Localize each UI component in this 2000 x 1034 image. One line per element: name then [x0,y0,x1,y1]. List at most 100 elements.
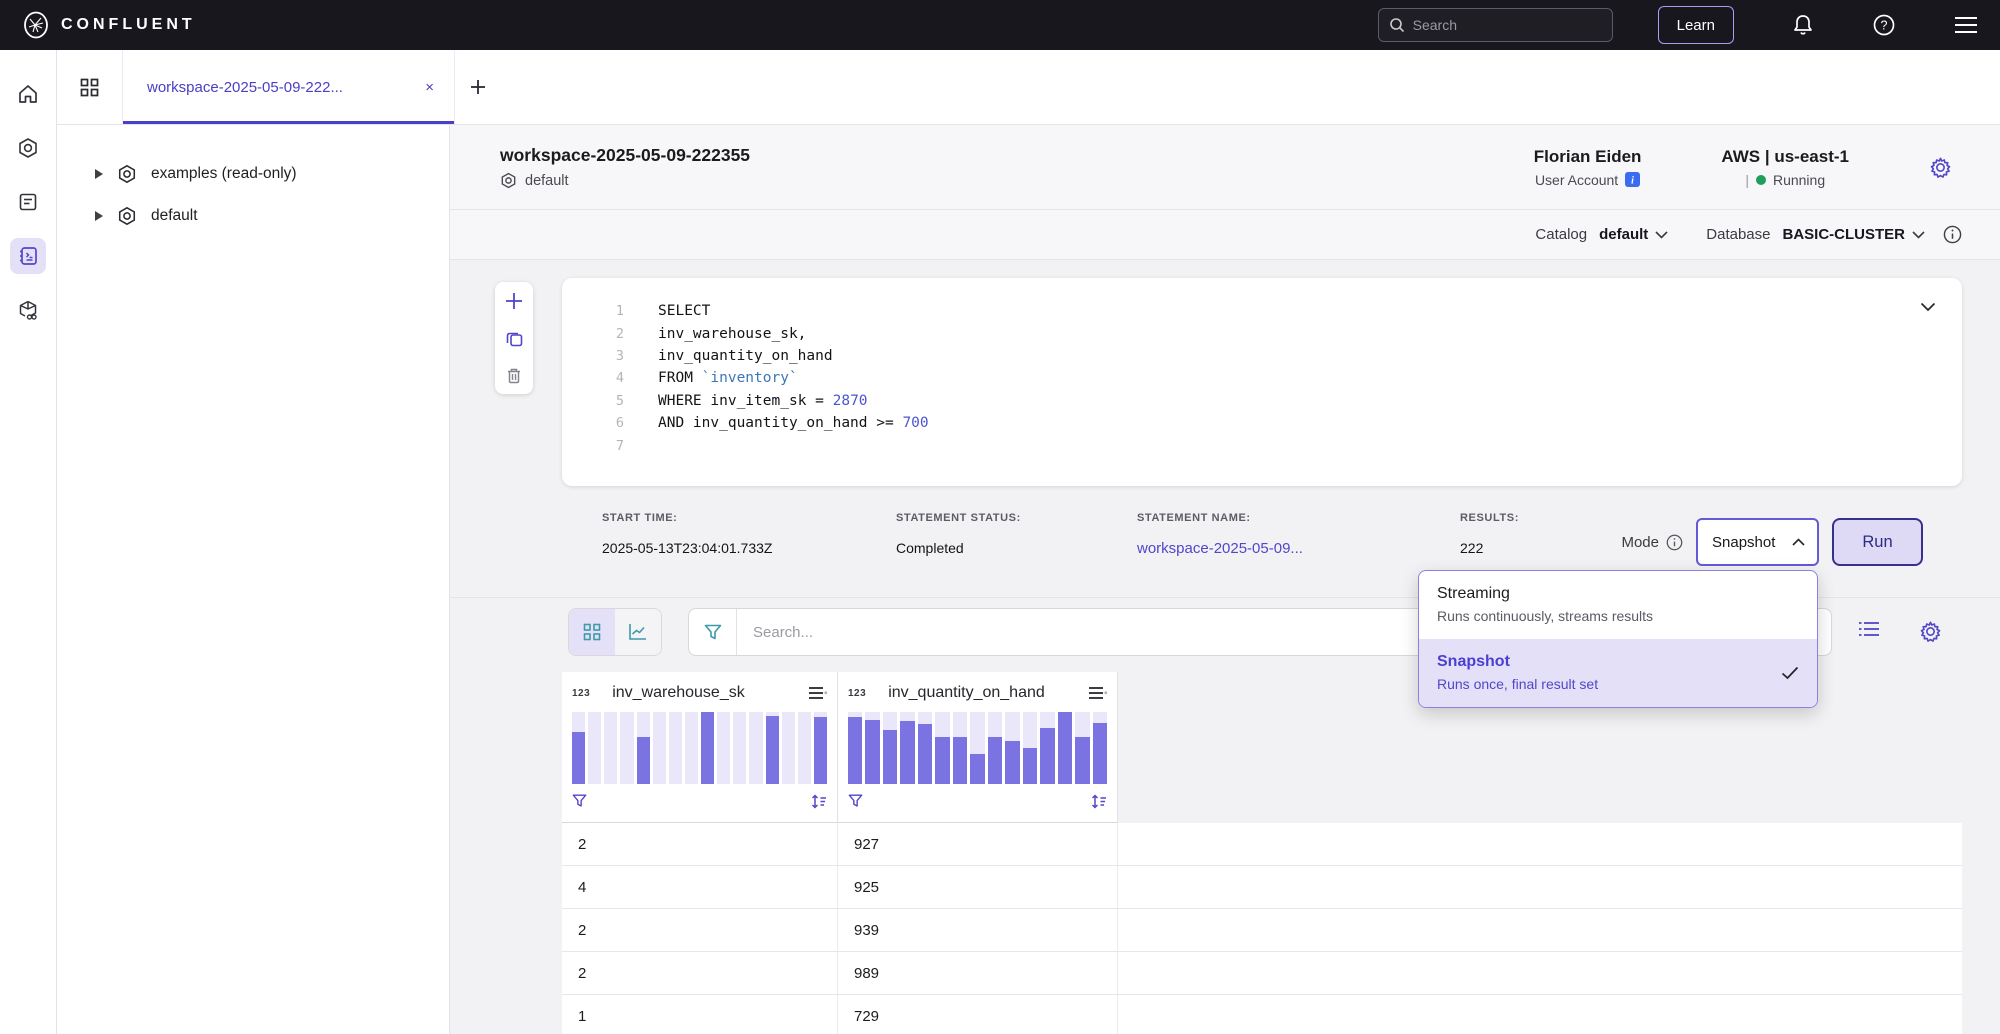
line-number: 3 [598,348,624,364]
expand-caret-icon[interactable] [95,211,103,221]
row-filler [1118,995,1962,1034]
mode-label-group: Mode [1621,534,1683,551]
line-number: 5 [598,393,624,409]
sidebar-item-stream-lineage[interactable] [10,292,46,328]
workspace-settings-gear-icon[interactable] [1929,156,1952,179]
sql-editor[interactable]: 1SELECT2 inv_warehouse_sk,3 inv_quantity… [562,278,1962,486]
tab-workspace[interactable]: workspace-2025-05-09-222... × [122,50,455,124]
mode-option-snapshot[interactable]: SnapshotRuns once, final result set [1419,639,1817,707]
code-line[interactable]: 6 AND inv_quantity_on_hand >= 700 [598,412,1962,434]
status-field: STATEMENT NAME: workspace-2025-05-09... [1137,512,1303,557]
code-line[interactable]: 4FROM `inventory` [598,367,1962,389]
collapse-editor-chevron-icon[interactable] [1920,302,1936,312]
column-histogram [848,712,1107,784]
search-input[interactable] [1413,17,1602,33]
new-tab-button[interactable] [455,50,501,124]
column-filter-icon[interactable] [572,794,587,808]
code-line[interactable]: 1SELECT [598,300,1962,322]
workspace-tabstrip: workspace-2025-05-09-222... × [57,50,2000,125]
plus-icon [470,79,486,95]
statement-canvas: 1SELECT2 inv_warehouse_sk,3 inv_quantity… [450,260,2000,1034]
column-sort-icon[interactable] [811,794,827,809]
catalog-select[interactable]: default [1599,226,1668,243]
sql-code[interactable]: 1SELECT2 inv_warehouse_sk,3 inv_quantity… [598,300,1962,457]
plus-icon [505,292,523,310]
tab-close-icon[interactable]: × [425,79,434,96]
code-line[interactable]: 7 [598,434,1962,456]
learn-button[interactable]: Learn [1658,6,1734,44]
database-select[interactable]: BASIC-CLUSTER [1783,226,1926,243]
all-workspaces-grid-icon[interactable] [57,50,122,124]
notifications-bell-icon[interactable] [1792,13,1814,37]
table-cell: 2 [562,909,838,951]
status-field: RESULTS:222 [1460,512,1519,556]
sidebar-item-sql-workspaces[interactable] [10,238,46,274]
column-filter-icon[interactable] [848,794,863,808]
table-row: 4925 [562,866,1962,909]
mode-label: Mode [1621,534,1659,551]
table-row: 2989 [562,952,1962,995]
chevron-down-icon [1655,231,1668,239]
results-settings-gear-icon[interactable] [1919,620,1942,643]
table-row: 2927 [562,823,1962,866]
row-filler [1118,952,1962,994]
expand-caret-icon[interactable] [95,169,103,179]
table-cell: 4 [562,866,838,908]
database-label: Database [1706,226,1770,243]
svg-text:i: i [1631,176,1634,187]
grid-view-button[interactable] [569,609,615,655]
status-field: START TIME:2025-05-13T23:04:01.733Z [602,512,772,556]
column-sort-icon[interactable] [1091,794,1107,809]
results-filter-button[interactable] [689,609,737,655]
tree-item[interactable]: default [57,195,449,237]
hamburger-menu-icon[interactable] [1954,16,1978,34]
mode-option-streaming[interactable]: StreamingRuns continuously, streams resu… [1419,571,1817,639]
line-number: 1 [598,303,624,319]
statement-name-link[interactable]: workspace-2025-05-09... [1137,540,1303,557]
delete-cell-button[interactable] [506,367,522,384]
user-name: Florian Eiden [1534,147,1642,167]
column-menu-icon[interactable] [809,686,827,700]
status-field-label: START TIME: [602,512,772,524]
status-field-label: STATEMENT NAME: [1137,512,1303,524]
results-list-options-icon[interactable] [1858,620,1880,638]
catalog-database-bar: Catalog default Database BASIC-CLUSTER [450,210,2000,260]
line-number: 7 [598,438,624,454]
code-line[interactable]: 5WHERE inv_item_sk = 2870 [598,390,1962,412]
column-type-badge: 123 [572,688,590,699]
column-type-badge: 123 [848,688,866,699]
help-icon[interactable]: ? [1872,13,1896,37]
global-search[interactable] [1378,8,1613,42]
top-navigation-bar: CONFLUENT Learn ? [0,0,2000,50]
tree-item[interactable]: examples (read-only) [57,153,449,195]
column-menu-icon[interactable] [1089,686,1107,700]
home-icon [17,83,39,105]
column-header: 123inv_quantity_on_hand [838,672,1118,823]
run-button[interactable]: Run [1832,518,1923,566]
chart-view-button[interactable] [615,609,661,655]
mode-option-title: Snapshot [1437,653,1781,671]
chevron-down-icon [1912,231,1925,239]
duplicate-cell-button[interactable] [506,330,523,347]
mode-select-value: Snapshot [1712,534,1775,551]
lineage-cube-icon [17,299,40,322]
mode-info-icon[interactable] [1666,534,1683,551]
row-filler [1118,866,1962,908]
results-table: 123inv_warehouse_sk123inv_quantity_on_ha… [562,672,1962,1034]
code-line[interactable]: 3 inv_quantity_on_hand [598,345,1962,367]
user-type: User Account [1535,172,1618,188]
database-value: BASIC-CLUSTER [1783,226,1906,243]
sidebar-item-statements[interactable] [10,184,46,220]
info-circle-icon[interactable] [1943,225,1962,244]
grid-view-icon [583,623,601,641]
sidebar-item-home[interactable] [10,76,46,112]
table-cell: 989 [838,952,1118,994]
status-field-label: STATEMENT STATUS: [896,512,1021,524]
mode-select[interactable]: Snapshot [1696,518,1819,566]
code-line[interactable]: 2 inv_warehouse_sk, [598,322,1962,344]
add-cell-button[interactable] [505,292,523,310]
info-badge-icon[interactable]: i [1625,172,1640,187]
cloud-provider-region: AWS | us-east-1 [1721,147,1849,167]
table-row: 1729 [562,995,1962,1034]
sidebar-item-environments[interactable] [10,130,46,166]
